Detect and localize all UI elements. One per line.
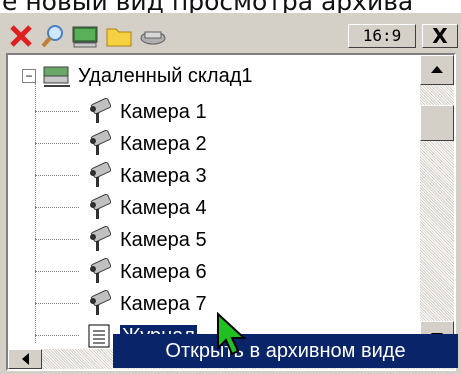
context-menu-item-open-archive[interactable]: Открыть в архивном виде	[113, 334, 458, 368]
camera-icon	[84, 161, 114, 191]
arrow-left-icon	[22, 353, 29, 365]
scroll-thumb[interactable]	[420, 105, 454, 141]
folder-icon	[106, 28, 132, 47]
device-button[interactable]	[138, 23, 168, 49]
tree-line	[35, 335, 79, 336]
aspect-ratio-button[interactable]: 16:9	[348, 24, 416, 48]
tree-item-camera-7[interactable]: Камера 7	[84, 289, 207, 319]
camera-icon	[84, 129, 114, 159]
tree-item-label: Камера 5	[120, 228, 207, 251]
search-button[interactable]	[38, 23, 68, 49]
tree-item-label: Камера 1	[120, 100, 207, 123]
camera-icon	[84, 257, 114, 287]
tree-item-label: Камера 2	[120, 132, 207, 155]
arrow-up-icon	[431, 66, 443, 73]
tree-item-camera-6[interactable]: Камера 6	[84, 257, 207, 287]
tree-item-camera-3[interactable]: Камера 3	[84, 161, 207, 191]
camera-icon	[84, 289, 114, 319]
tree-item-label: Камера 7	[120, 292, 207, 315]
tree-line	[35, 111, 79, 112]
close-window-button[interactable]: X	[422, 24, 458, 48]
mouse-cursor-icon	[217, 312, 247, 356]
vertical-scrollbar[interactable]	[420, 55, 454, 351]
tree-item-camera-2[interactable]: Камера 2	[84, 129, 207, 159]
tree-line	[35, 239, 79, 240]
collapse-toggle-icon[interactable]: −	[22, 69, 36, 83]
tree-item-label: Камера 3	[120, 164, 207, 187]
tree-item-camera-1[interactable]: Камера 1	[84, 97, 207, 127]
camera-icon	[84, 193, 114, 223]
server-icon	[42, 61, 72, 91]
close-red-x-button[interactable]	[6, 23, 36, 49]
scroll-left-button[interactable]	[8, 349, 42, 369]
tree-item-label: Камера 6	[120, 260, 207, 283]
close-red-x-icon	[10, 25, 32, 47]
tree-root-node[interactable]: − Удаленный склад1	[12, 61, 252, 91]
folder-button[interactable]	[104, 23, 134, 49]
tree-item-camera-5[interactable]: Камера 5	[84, 225, 207, 255]
tree-item-label: Камера 4	[120, 196, 207, 219]
tree-line	[35, 175, 79, 176]
tree-line	[35, 143, 79, 144]
tree-line	[35, 83, 36, 343]
scroll-up-button[interactable]	[420, 55, 454, 85]
journal-icon	[84, 321, 114, 351]
tree-line	[35, 303, 79, 304]
toolbar: 16:9 X	[0, 19, 461, 53]
camera-icon	[84, 225, 114, 255]
tree-line	[35, 271, 79, 272]
camera-icon	[84, 97, 114, 127]
monitor-icon	[72, 26, 98, 48]
device-icon	[140, 31, 166, 45]
tree-root-label: Удаленный склад1	[78, 64, 253, 87]
monitor-button[interactable]	[70, 23, 100, 49]
magnifier-icon	[41, 25, 63, 48]
tree-item-camera-4[interactable]: Камера 4	[84, 193, 207, 223]
tree-line	[35, 207, 79, 208]
